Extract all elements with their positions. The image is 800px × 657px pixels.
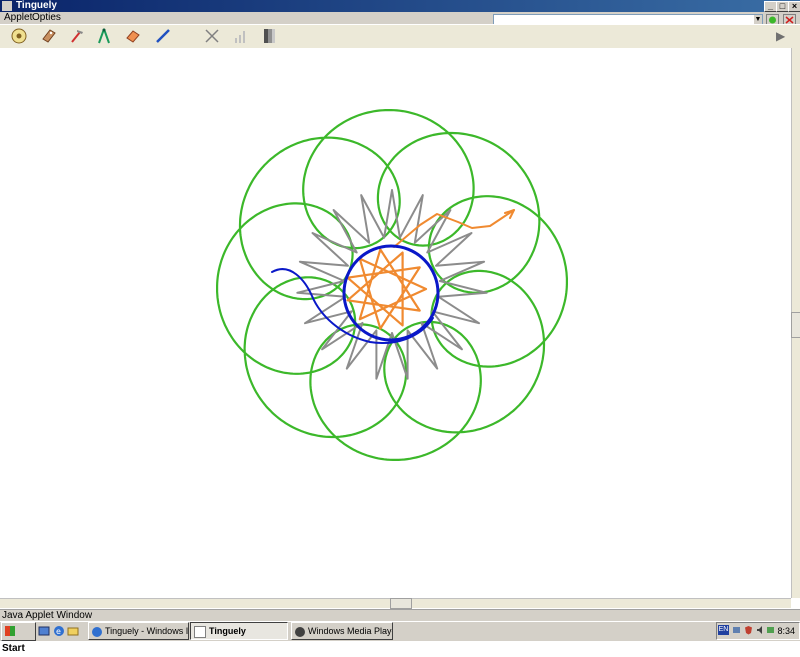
clock: 8:34 (777, 626, 795, 636)
chevron-down-icon[interactable]: ▼ (754, 15, 762, 24)
app-icon (2, 1, 12, 11)
status-text: Java Applet Window (2, 610, 93, 621)
blue-circle (342, 244, 440, 342)
rubber-icon[interactable] (124, 27, 142, 45)
task-label: Tinguely (209, 626, 246, 636)
window-title: Tinguely (16, 0, 57, 11)
vertical-scroll-thumb[interactable] (791, 312, 800, 338)
close-button[interactable]: × (788, 1, 800, 12)
wheel-icon[interactable] (10, 27, 28, 45)
grey-star (296, 189, 488, 380)
drawing-canvas[interactable] (0, 48, 791, 598)
windows-logo-icon (5, 626, 15, 637)
hammer-icon[interactable] (68, 27, 86, 45)
svg-text:e: e (56, 627, 61, 636)
task-label: Windows Media Player (308, 626, 393, 636)
applet-icon (194, 625, 206, 638)
cross-icon[interactable] (203, 27, 221, 45)
orange-star (346, 248, 428, 330)
folder-icon[interactable] (67, 625, 79, 637)
ie-icon (92, 626, 102, 637)
green-curve (216, 109, 568, 461)
taskbar-item-tinguely[interactable]: Tinguely (190, 622, 288, 640)
menu-opties[interactable]: Opties (32, 12, 61, 24)
title-bar: Tinguely _ □ × (0, 0, 800, 12)
taskbar-item-media-player[interactable]: Windows Media Player (291, 622, 393, 640)
ie-icon[interactable]: e (53, 625, 65, 637)
drawing-svg (216, 109, 568, 461)
shield-icon[interactable] (744, 625, 753, 635)
horizontal-scroll-thumb[interactable] (390, 598, 412, 609)
taskbar-item-ie[interactable]: Tinguely - Windows Inter... (88, 622, 189, 640)
start-button[interactable]: Start (1, 622, 36, 654)
start-label: Start (2, 643, 25, 654)
task-label: Tinguely - Windows Inter... (105, 626, 189, 636)
battery-icon[interactable] (766, 625, 775, 635)
tag-icon[interactable] (40, 27, 58, 45)
pen-icon[interactable] (154, 27, 172, 45)
network-icon[interactable] (732, 625, 741, 635)
grey-bar-icon[interactable] (261, 27, 279, 45)
menu-applet[interactable]: Applet (4, 12, 32, 24)
desktop-icon[interactable] (38, 625, 50, 637)
play-icon[interactable]: ▶ (776, 29, 785, 43)
media-player-icon (295, 626, 305, 637)
compass-icon[interactable] (95, 27, 113, 45)
language-indicator[interactable]: EN (718, 625, 729, 635)
volume-icon[interactable] (756, 625, 765, 635)
chart-icon[interactable] (232, 27, 250, 45)
toolbar (0, 24, 800, 49)
